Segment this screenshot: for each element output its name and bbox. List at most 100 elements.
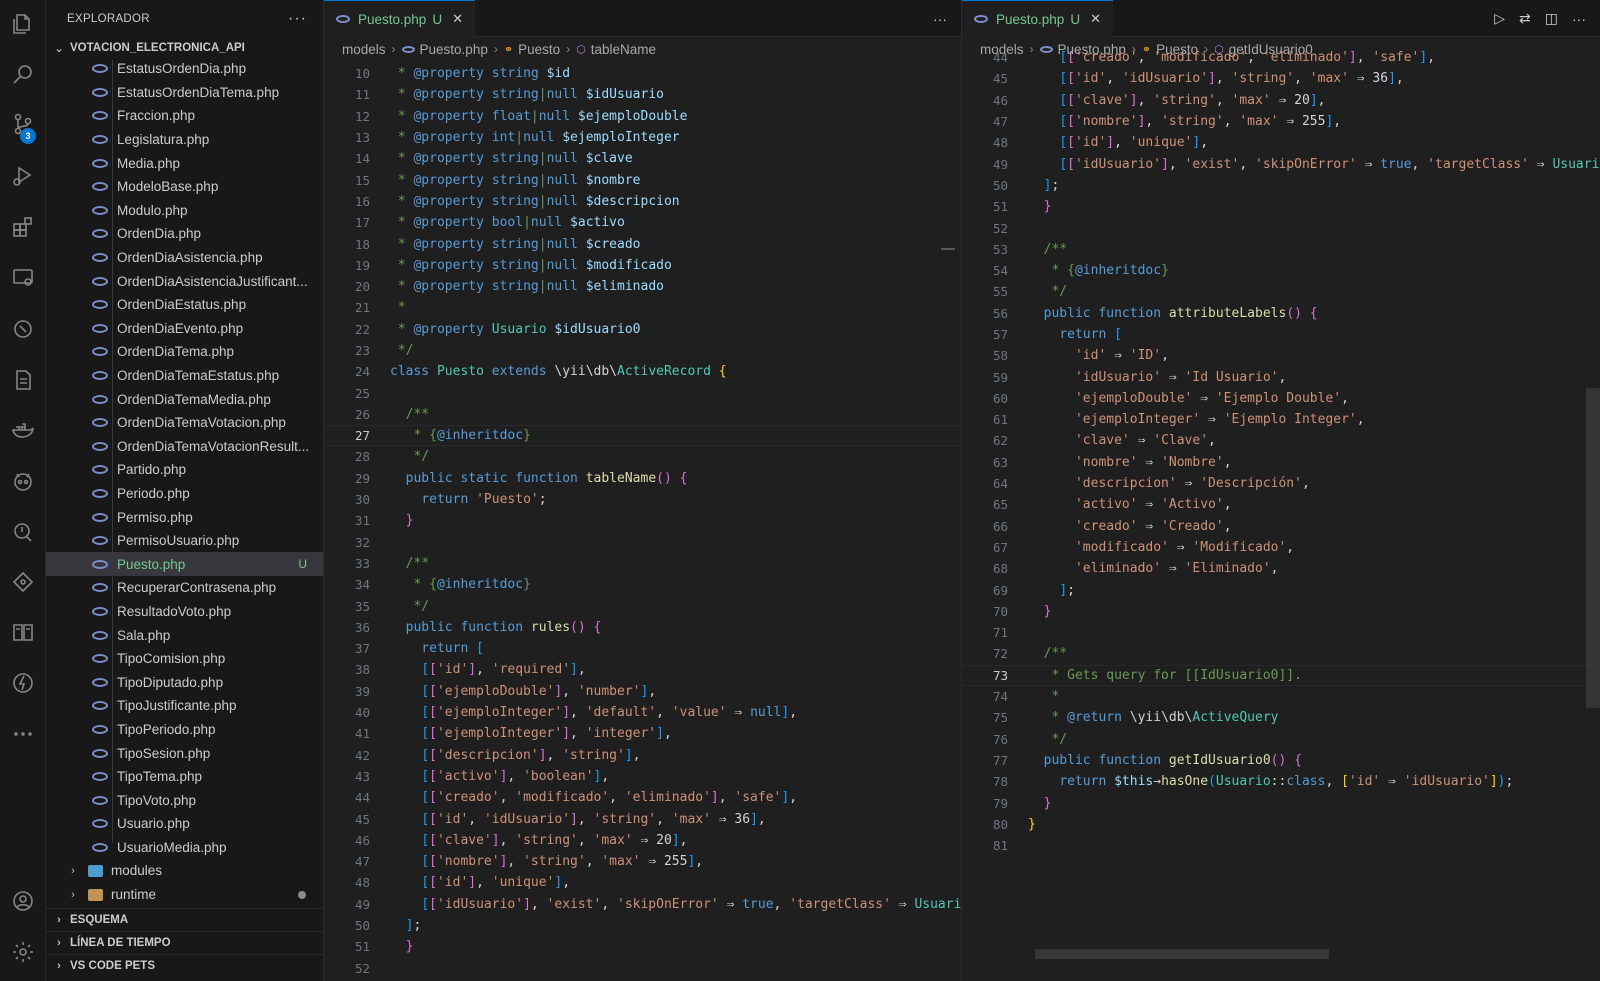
file-item[interactable]: ResultadoVoto.php xyxy=(46,600,323,624)
code-line[interactable]: 54 * {@inheritdoc} xyxy=(962,260,1600,281)
file-item[interactable]: OrdenDiaTemaVotacionResult... xyxy=(46,435,323,459)
testing-icon[interactable] xyxy=(9,315,37,343)
code-line[interactable]: 18 * @property string|null $creado xyxy=(324,233,961,254)
code-line[interactable]: 60 'ejemploDouble' ⇒ 'Ejemplo Double', xyxy=(962,388,1600,409)
breadcrumb-method[interactable]: tableName xyxy=(591,42,656,57)
code-line[interactable]: 17 * @property bool|null $activo xyxy=(324,212,961,233)
file-item[interactable]: Media.php xyxy=(46,151,323,175)
code-line[interactable]: 32 xyxy=(324,532,961,553)
database-icon[interactable] xyxy=(9,366,37,394)
code-line[interactable]: 25 xyxy=(324,382,961,403)
file-item[interactable]: Usuario.php xyxy=(46,812,323,836)
code-line[interactable]: 69 ]; xyxy=(962,579,1600,600)
code-line[interactable]: 23 */ xyxy=(324,340,961,361)
code-line[interactable]: 35 */ xyxy=(324,595,961,616)
code-line[interactable]: 79 } xyxy=(962,792,1600,813)
breadcrumb-folder[interactable]: models xyxy=(342,42,386,57)
compare-changes-icon[interactable]: ⇄ xyxy=(1519,10,1531,27)
more-icon[interactable] xyxy=(9,720,37,748)
file-item[interactable]: OrdenDiaEvento.php xyxy=(46,317,323,341)
code-line[interactable]: 44 [['creado', 'modificado', 'eliminado'… xyxy=(324,787,961,808)
file-item[interactable]: Puesto.php U xyxy=(46,552,323,577)
file-item[interactable]: Partido.php xyxy=(46,458,323,482)
code-line[interactable]: 45 [['id', 'idUsuario'], 'string', 'max'… xyxy=(324,808,961,829)
gitkraken-icon[interactable] xyxy=(9,568,37,596)
outline-section[interactable]: › ESQUEMA xyxy=(46,908,323,931)
code-line[interactable]: 50 ]; xyxy=(962,175,1600,196)
file-item[interactable]: ModeloBase.php xyxy=(46,175,323,199)
code-line[interactable]: 49 [['idUsuario'], 'exist', 'skipOnError… xyxy=(324,894,961,915)
code-line[interactable]: 31 } xyxy=(324,510,961,531)
code-line[interactable]: 28 */ xyxy=(324,446,961,467)
code-line[interactable]: 74 * xyxy=(962,686,1600,707)
file-item[interactable]: UsuarioMedia.php xyxy=(46,836,323,860)
left-tab-puesto[interactable]: Puesto.php U ✕ xyxy=(324,0,475,37)
explorer-more-icon[interactable]: ··· xyxy=(288,10,307,28)
left-code-view[interactable]: 10 * @property string $id 11 * @property … xyxy=(324,63,961,979)
code-line[interactable]: 76 */ xyxy=(962,729,1600,750)
code-line[interactable]: 66 'creado' ⇒ 'Creado', xyxy=(962,516,1600,537)
close-icon[interactable]: ✕ xyxy=(1090,11,1101,27)
code-line[interactable]: 46 [['clave'], 'string', 'max' ⇒ 20], xyxy=(324,830,961,851)
file-item[interactable]: TipoComision.php xyxy=(46,647,323,671)
code-line[interactable]: 15 * @property string|null $nombre xyxy=(324,169,961,190)
file-item[interactable]: TipoVoto.php xyxy=(46,788,323,812)
code-line[interactable]: 73 * Gets query for [[IdUsuario0]]. xyxy=(962,664,1600,686)
file-item[interactable]: OrdenDiaEstatus.php xyxy=(46,293,323,317)
file-item[interactable]: OrdenDiaTemaMedia.php xyxy=(46,387,323,411)
code-line[interactable]: 51 } xyxy=(962,196,1600,217)
code-line[interactable]: 59 'idUsuario' ⇒ 'Id Usuario', xyxy=(962,366,1600,387)
lightning-icon[interactable] xyxy=(9,669,37,697)
code-line[interactable]: 62 'clave' ⇒ 'Clave', xyxy=(962,430,1600,451)
file-item[interactable]: OrdenDiaTemaVotacion.php xyxy=(46,411,323,435)
file-item[interactable]: OrdenDiaTemaEstatus.php xyxy=(46,364,323,388)
split-editor-icon[interactable]: ◫ xyxy=(1545,10,1558,27)
file-item[interactable]: Modulo.php xyxy=(46,199,323,223)
code-line[interactable]: 10 * @property string $id xyxy=(324,63,961,84)
workspace-root-folder[interactable]: ⌄ VOTACION_ELECTRONICA_API xyxy=(46,37,323,59)
code-line[interactable]: 12 * @property float|null $ejemploDouble xyxy=(324,106,961,127)
code-line[interactable]: 37 return [ xyxy=(324,638,961,659)
code-line[interactable]: 16 * @property string|null $descripcion xyxy=(324,191,961,212)
more-actions-icon[interactable]: ··· xyxy=(933,11,947,27)
file-item[interactable]: Periodo.php xyxy=(46,482,323,506)
code-line[interactable]: 58 'id' ⇒ 'ID', xyxy=(962,345,1600,366)
file-item[interactable]: PermisoUsuario.php xyxy=(46,529,323,553)
right-tab-puesto[interactable]: Puesto.php U ✕ xyxy=(962,0,1113,37)
code-line[interactable]: 14 * @property string|null $clave xyxy=(324,148,961,169)
code-line[interactable]: 45 [['id', 'idUsuario'], 'string', 'max'… xyxy=(962,68,1600,89)
code-line[interactable]: 77 public function getIdUsuario0() { xyxy=(962,750,1600,771)
code-line[interactable]: 36 public function rules() { xyxy=(324,617,961,638)
git-lens-icon[interactable] xyxy=(9,518,37,546)
vertical-scrollbar[interactable] xyxy=(1586,388,1600,708)
file-item[interactable]: OrdenDiaAsistenciaJustificant... xyxy=(46,269,323,293)
file-item[interactable]: RecuperarContrasena.php xyxy=(46,576,323,600)
breadcrumb-file[interactable]: Puesto.php xyxy=(420,42,488,57)
files-icon[interactable] xyxy=(9,10,37,38)
run-icon[interactable]: ▷ xyxy=(1494,10,1505,27)
code-line[interactable]: 72 /** xyxy=(962,643,1600,664)
code-line[interactable]: 51 } xyxy=(324,936,961,957)
settings-gear-icon[interactable] xyxy=(9,938,37,966)
code-line[interactable]: 42 [['descripcion'], 'string'], xyxy=(324,745,961,766)
file-item[interactable]: Legislatura.php xyxy=(46,128,323,152)
code-line[interactable]: 13 * @property int|null $ejemploInteger xyxy=(324,127,961,148)
code-line[interactable]: 34 * {@inheritdoc} xyxy=(324,574,961,595)
file-item[interactable]: OrdenDiaAsistencia.php xyxy=(46,246,323,270)
code-line[interactable]: 22 * @property Usuario $idUsuario0 xyxy=(324,319,961,340)
file-item[interactable]: TipoJustificante.php xyxy=(46,694,323,718)
code-line[interactable]: 57 return [ xyxy=(962,324,1600,345)
file-item[interactable]: OrdenDiaTema.php xyxy=(46,340,323,364)
code-line[interactable]: 20 * @property string|null $eliminado xyxy=(324,276,961,297)
code-line[interactable]: 39 [['ejemploDouble'], 'number'], xyxy=(324,681,961,702)
code-line[interactable]: 41 [['ejemploInteger'], 'integer'], xyxy=(324,723,961,744)
code-line[interactable]: 48 [['id'], 'unique'], xyxy=(962,132,1600,153)
file-item[interactable]: Sala.php xyxy=(46,623,323,647)
code-line[interactable]: 29 public static function tableName() { xyxy=(324,468,961,489)
more-actions-icon[interactable]: ··· xyxy=(1572,11,1586,27)
code-line[interactable]: 44 [['creado', 'modificado', 'eliminado'… xyxy=(962,47,1600,68)
code-line[interactable]: 50 ]; xyxy=(324,915,961,936)
code-line[interactable]: 56 public function attributeLabels() { xyxy=(962,303,1600,324)
right-code-view[interactable]: 44 [['creado', 'modificado', 'eliminado'… xyxy=(962,47,1600,856)
account-icon[interactable] xyxy=(9,887,37,915)
